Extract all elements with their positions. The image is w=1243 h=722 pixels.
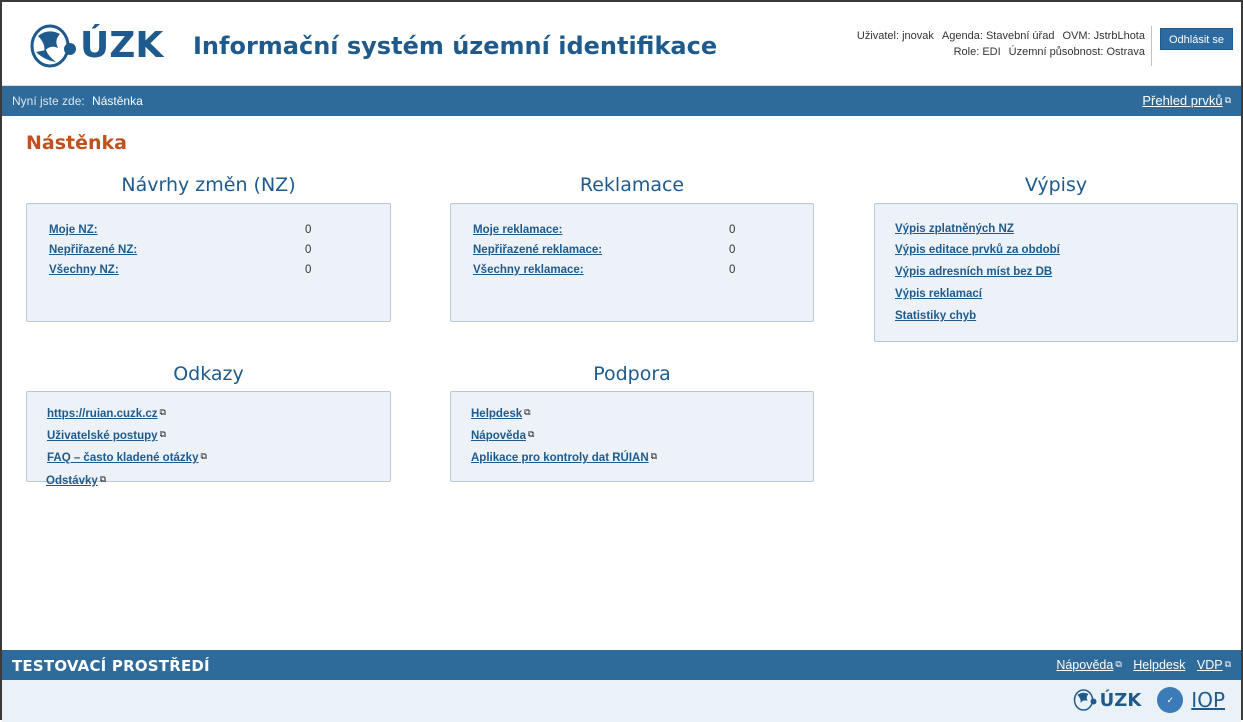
odkazy-link-faq[interactable]: FAQ – často kladené otázky (47, 452, 198, 464)
user-role: Role: EDI (953, 46, 1001, 58)
external-link-icon: ⧉ (1115, 659, 1122, 669)
vypisy-link-paid-nz[interactable]: Výpis zplatněných NZ (895, 223, 1014, 235)
cuzk-logo[interactable]: ÚZK (28, 22, 163, 70)
nz-value-unassigned: 0 (305, 244, 312, 256)
vypisy-item: Výpis reklamací (895, 288, 982, 300)
reklamace-value-unassigned: 0 (729, 244, 736, 256)
reklamace-value-mine: 0 (729, 224, 736, 236)
page-title: Nástěnka (26, 132, 127, 154)
odkazy-item: Odstávky ⧉ (46, 474, 106, 487)
reklamace-heading: Reklamace (579, 174, 685, 196)
breadcrumb: Nyní jste zde: Nástěnka (12, 94, 143, 108)
external-link-icon: ⧉ (524, 407, 531, 417)
footer-link-help[interactable]: Nápověda (1056, 658, 1113, 672)
reklamace-row-mine: Moje reklamace: (473, 224, 563, 236)
breadcrumb-current: Nástěnka (92, 94, 143, 108)
odkazy-item: FAQ – často kladené otázky ⧉ (47, 451, 207, 464)
external-link-icon: ⧉ (159, 429, 167, 439)
reklamace-link-all[interactable]: Všechny reklamace: (473, 264, 584, 276)
user-info-line1: Uživatel: jnovak Agenda: Stavební úřad OVM… (857, 28, 1145, 44)
vypisy-link-error-stats[interactable]: Statistiky chyb (895, 310, 976, 322)
nz-value-all: 0 (305, 264, 312, 276)
breadcrumb-bar: Nyní jste zde: Nástěnka Přehled prvků ⧉ (2, 86, 1241, 116)
reklamace-link-mine[interactable]: Moje reklamace: (473, 224, 563, 236)
nz-link-mine[interactable]: Moje NZ: (49, 224, 98, 236)
user-agenda: Agenda: Stavební úřad (941, 30, 1055, 42)
user-ovm: OVM: JstrbLhota (1062, 30, 1145, 42)
vypisy-link-edits-period[interactable]: Výpis editace prvků za období (895, 244, 1060, 256)
nz-value-mine: 0 (305, 224, 312, 236)
odkazy-link-user-guides[interactable]: Uživatelské postupy (47, 430, 158, 442)
external-link-icon: ⧉ (1224, 95, 1231, 105)
header-divider (1151, 26, 1152, 66)
overview-link[interactable]: Přehled prvků ⧉ (1142, 93, 1231, 108)
podpora-link-data-check-app[interactable]: Aplikace pro kontroly dat RÚIAN (471, 452, 649, 464)
external-link-icon: ⧉ (650, 451, 658, 461)
podpora-item: Nápověda ⧉ (471, 429, 534, 442)
environment-label: TESTOVACÍ PROSTŘEDÍ (12, 657, 210, 675)
reklamace-link-unassigned[interactable]: Nepřiřazené reklamace: (473, 244, 602, 256)
external-link-icon: ⧉ (200, 451, 207, 461)
podpora-item: Helpdesk ⧉ (471, 407, 531, 420)
breadcrumb-prefix: Nyní jste zde: (12, 94, 85, 108)
app-window: ÚZK Informační systém územní identifikac… (0, 0, 1243, 722)
eidas-logo-icon[interactable]: ✓ (1157, 687, 1184, 713)
vypisy-item: Výpis zplatněných NZ (895, 223, 1014, 235)
external-link-icon: ⧉ (99, 474, 107, 484)
reklamace-panel: Moje reklamace: 0 Nepřiřazené reklamace:… (450, 203, 814, 322)
reklamace-row-unassigned: Nepřiřazené reklamace: (473, 244, 602, 256)
footer-logos: ÚZK ✓ IOP (1072, 687, 1225, 713)
podpora-item: Aplikace pro kontroly dat RÚIAN ⧉ (471, 451, 657, 464)
footer-bar: TESTOVACÍ PROSTŘEDÍ Nápověda ⧉ Helpdesk V… (2, 650, 1241, 680)
vypisy-item: Statistiky chyb (895, 310, 976, 322)
cuzk-lion-logo-icon (1073, 689, 1097, 711)
nz-row-mine: Moje NZ: (49, 224, 98, 236)
logo-text: ÚZK (80, 25, 164, 66)
reklamace-row-all: Všechny reklamace: (473, 264, 584, 276)
footer-cuzk-logo[interactable]: ÚZK (1100, 690, 1142, 711)
nz-panel: Moje NZ: 0 Nepřiřazené NZ: 0 Všechny NZ:… (26, 203, 391, 322)
user-info: Uživatel: jnovak Agenda: Stavební úřad OVM… (857, 28, 1145, 60)
vypisy-heading: Výpisy (1024, 174, 1088, 196)
odkazy-item: Uživatelské postupy ⧉ (47, 429, 166, 442)
odkazy-heading: Odkazy (173, 363, 244, 385)
odkazy-link-outages[interactable]: Odstávky (46, 475, 98, 487)
cuzk-lion-logo-icon (30, 24, 76, 68)
external-link-icon: ⧉ (1224, 659, 1231, 669)
podpora-heading: Podpora (593, 363, 671, 385)
podpora-link-helpdesk[interactable]: Helpdesk (471, 408, 522, 420)
logout-button[interactable]: Odhlásit se (1159, 28, 1233, 50)
odkazy-item: https://ruian.cuzk.cz ⧉ (47, 407, 166, 420)
vypisy-link-complaints[interactable]: Výpis reklamací (895, 288, 982, 300)
external-link-icon: ⧉ (527, 429, 535, 439)
footer-bottom: ÚZK ✓ IOP (2, 680, 1241, 722)
podpora-panel: Helpdesk ⧉ Nápověda ⧉ Aplikace pro kontrol… (450, 391, 814, 482)
user-scope: Územní působnost: Ostrava (1008, 46, 1145, 58)
vypisy-panel: Výpis zplatněných NZ Výpis editace prvků… (874, 203, 1238, 342)
user-name: Uživatel: jnovak (856, 30, 934, 42)
nz-link-unassigned[interactable]: Nepřiřazené NZ: (49, 244, 137, 256)
vypisy-item: Výpis adresních míst bez DB (895, 266, 1052, 278)
nz-row-unassigned: Nepřiřazené NZ: (49, 244, 137, 256)
footer-links: Nápověda ⧉ Helpdesk VDP ⧉ (1048, 658, 1231, 672)
user-info-line2: Role: EDI Územní působnost: Ostrava (857, 44, 1145, 60)
overview-link-label: Přehled prvků (1142, 93, 1223, 108)
footer-link-vdp[interactable]: VDP (1197, 658, 1223, 672)
odkazy-link-ruian[interactable]: https://ruian.cuzk.cz (47, 408, 158, 420)
external-link-icon: ⧉ (159, 407, 166, 417)
nz-link-all[interactable]: Všechny NZ: (49, 264, 119, 276)
vypisy-item: Výpis editace prvků za období (895, 244, 1060, 256)
header: ÚZK Informační systém územní identifikac… (2, 2, 1241, 86)
podpora-link-help[interactable]: Nápověda (471, 430, 526, 442)
odkazy-panel: https://ruian.cuzk.cz ⧉ Uživatelské postu… (26, 391, 391, 482)
vypisy-link-address-no-db[interactable]: Výpis adresních míst bez DB (895, 266, 1052, 278)
footer-iop-link[interactable]: IOP (1191, 688, 1225, 712)
reklamace-value-all: 0 (729, 264, 736, 276)
footer-link-helpdesk[interactable]: Helpdesk (1133, 658, 1185, 672)
nz-row-all: Všechny NZ: (49, 264, 119, 276)
nz-heading: Návrhy změn (NZ) (121, 174, 296, 196)
app-title: Informační systém územní identifikace (193, 32, 718, 60)
